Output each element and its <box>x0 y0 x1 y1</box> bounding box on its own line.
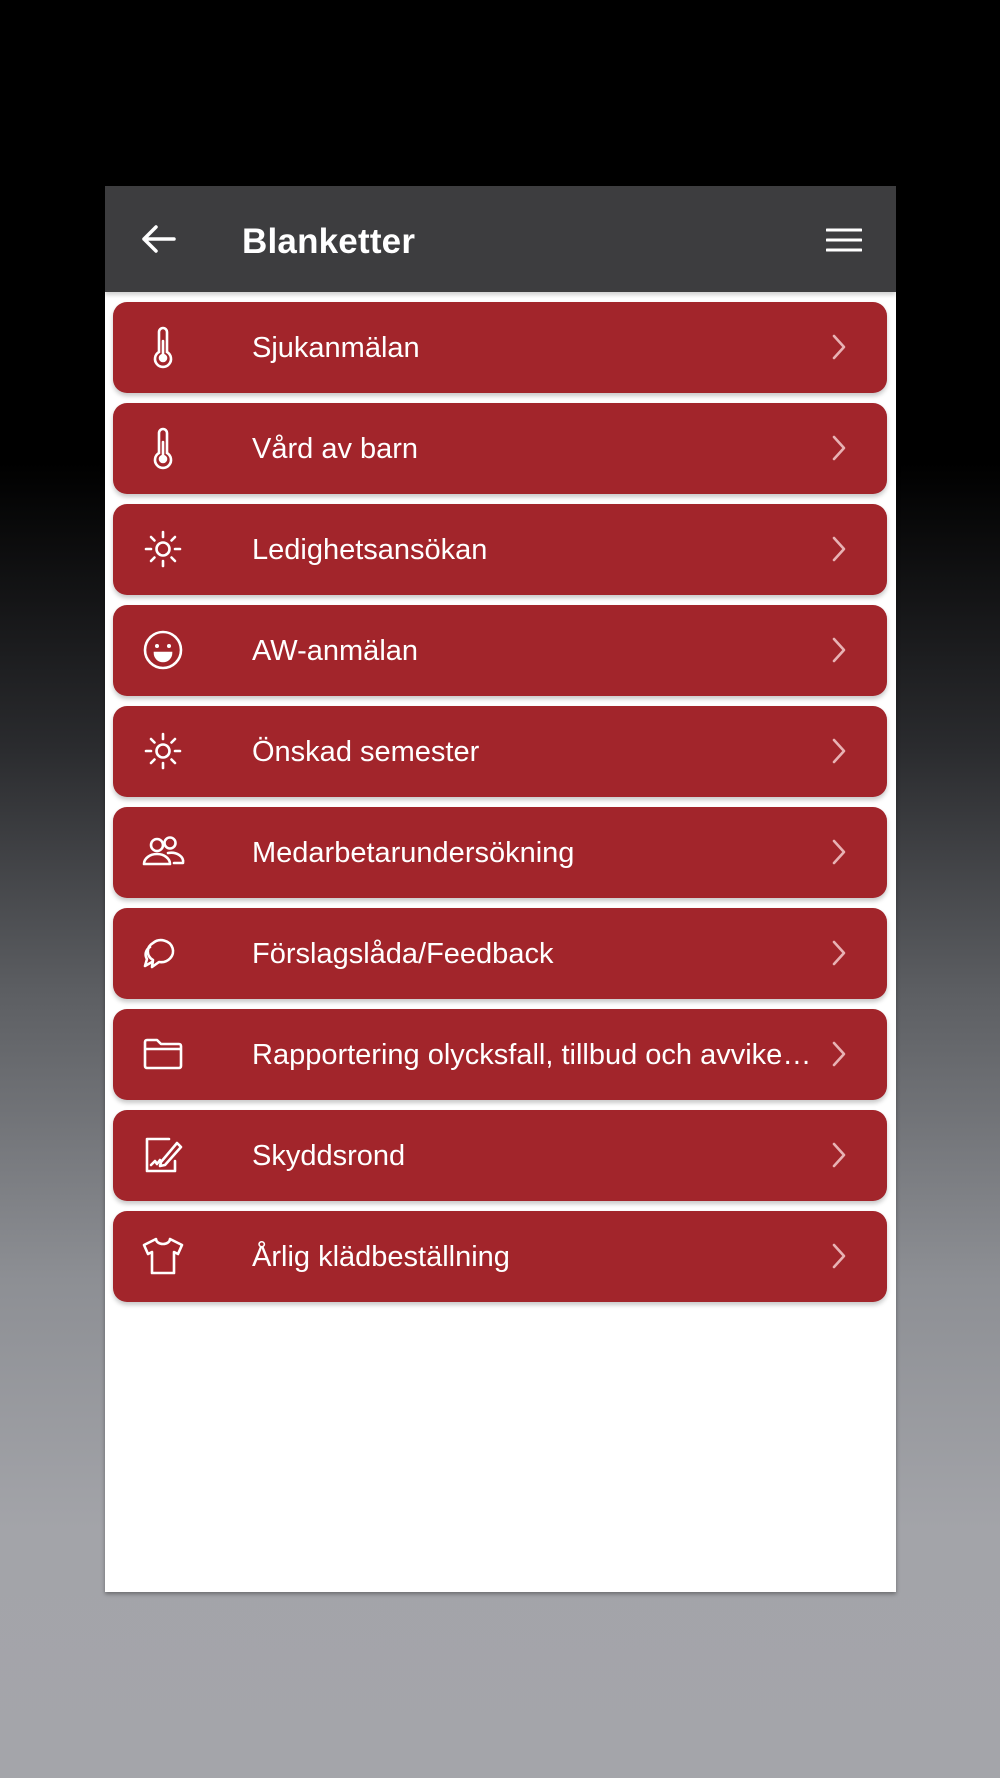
chevron-right-icon <box>829 332 849 362</box>
form-item-label: Skyddsrond <box>252 1140 406 1172</box>
chevron-right-icon <box>829 534 849 564</box>
form-item-9[interactable]: Skyddsrond <box>113 1110 887 1201</box>
app-bar: Blanketter <box>105 186 896 292</box>
form-item-label: Vård av barn <box>252 433 419 465</box>
form-item-label: Sjukanmälan <box>252 332 420 364</box>
tshirt-icon <box>139 1232 187 1280</box>
people-icon <box>139 828 187 876</box>
chevron-right-icon <box>829 1039 849 1069</box>
thermometer-icon <box>139 323 187 371</box>
chat-bubbles-icon <box>139 929 187 977</box>
form-item-label: Årlig klädbeställning <box>252 1241 510 1273</box>
page-title: Blanketter <box>242 222 416 261</box>
chevron-right-icon <box>829 736 849 766</box>
chevron-right-icon <box>829 1241 849 1271</box>
form-item-5[interactable]: Önskad semester <box>113 706 887 797</box>
app-screen: Blanketter Sjukanmälan Vård av barn Ledigh… <box>105 186 896 1592</box>
chevron-right-icon <box>829 635 849 665</box>
chevron-right-icon <box>829 837 849 867</box>
chevron-right-icon <box>829 1140 849 1170</box>
form-item-label: Ledighetsansökan <box>252 534 488 566</box>
form-item-2[interactable]: Vård av barn <box>113 403 887 494</box>
form-item-label: Förslagslåda/Feedback <box>252 938 554 970</box>
form-item-10[interactable]: Årlig klädbeställning <box>113 1211 887 1302</box>
form-item-label: Medarbetarundersökning <box>252 837 575 869</box>
form-item-7[interactable]: Förslagslåda/Feedback <box>113 908 887 999</box>
sun-icon <box>139 525 187 573</box>
menu-button[interactable] <box>822 218 866 262</box>
hamburger-menu-icon <box>826 227 862 253</box>
form-item-3[interactable]: Ledighetsansökan <box>113 504 887 595</box>
form-list: Sjukanmälan Vård av barn Ledighetsansökan A… <box>113 302 887 1312</box>
form-item-4[interactable]: AW-anmälan <box>113 605 887 696</box>
form-item-label: Önskad semester <box>252 736 480 768</box>
thermometer-icon <box>139 424 187 472</box>
form-item-8[interactable]: Rapportering olycksfall, tillbud och avv… <box>113 1009 887 1100</box>
form-item-label: Rapportering olycksfall, tillbud och avv… <box>252 1039 815 1071</box>
form-item-label: AW-anmälan <box>252 635 419 667</box>
form-item-1[interactable]: Sjukanmälan <box>113 302 887 393</box>
chevron-right-icon <box>829 433 849 463</box>
smiley-icon <box>139 626 187 674</box>
arrow-left-icon <box>140 224 176 254</box>
document-signature-icon <box>139 1131 187 1179</box>
form-item-6[interactable]: Medarbetarundersökning <box>113 807 887 898</box>
sun-icon <box>139 727 187 775</box>
folder-icon <box>139 1030 187 1078</box>
back-button[interactable] <box>135 216 181 262</box>
chevron-right-icon <box>829 938 849 968</box>
